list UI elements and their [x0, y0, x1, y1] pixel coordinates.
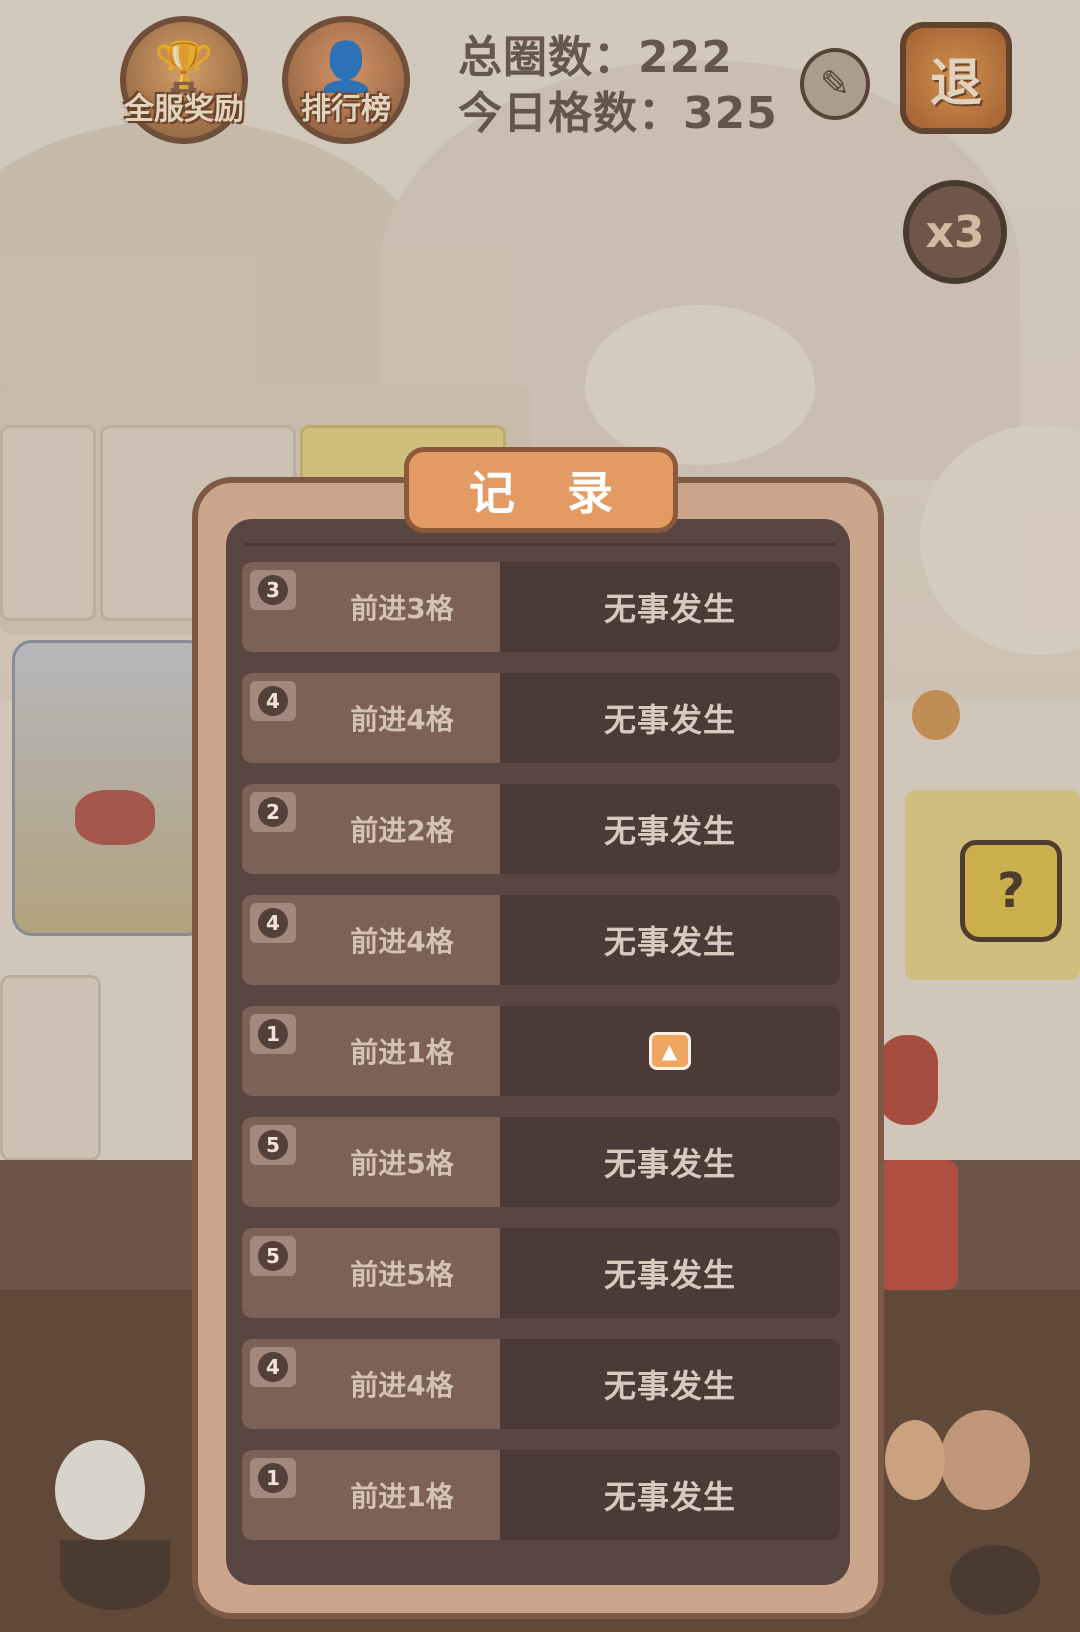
record-step-cell: 2 前进2格 — [242, 784, 500, 874]
step-label: 前进1格 — [350, 1036, 454, 1069]
dice-number: 1 — [258, 1463, 288, 1493]
dice-badge: 5 — [250, 1236, 296, 1276]
dice-badge: 4 — [250, 681, 296, 721]
dice-number: 5 — [258, 1130, 288, 1160]
step-label: 前进5格 — [350, 1258, 454, 1291]
dice-badge: 5 — [250, 1125, 296, 1165]
record-row: 2 前进2格 无事发生 — [242, 784, 840, 874]
dice-number: 4 — [258, 686, 288, 716]
event-label: 无事发生 — [603, 1367, 736, 1405]
dice-badge: 2 — [250, 792, 296, 832]
dialog-title: 记 录 — [404, 447, 678, 533]
dice-number: 1 — [258, 1019, 288, 1049]
event-label: 无事发生 — [603, 1478, 736, 1516]
record-step-cell: 4 前进4格 — [242, 895, 500, 985]
step-label: 前进5格 — [350, 1147, 454, 1180]
step-label: 前进4格 — [350, 925, 454, 958]
dice-number: 4 — [258, 908, 288, 938]
dice-badge: 1 — [250, 1458, 296, 1498]
divider — [244, 543, 836, 546]
dice-number: 3 — [258, 575, 288, 605]
record-row: 5 前进5格 无事发生 — [242, 1228, 840, 1318]
record-row: 4 前进4格 无事发生 — [242, 673, 840, 763]
dice-number: 5 — [258, 1241, 288, 1271]
record-step-cell: 4 前进4格 — [242, 673, 500, 763]
event-label: 无事发生 — [603, 701, 736, 739]
record-row: 3 前进3格 无事发生 — [242, 562, 840, 652]
record-row: 1 前进1格 无事发生 — [242, 1450, 840, 1540]
record-step-cell: 1 前进1格 — [242, 1450, 500, 1540]
dice-number: 4 — [258, 1352, 288, 1382]
event-label: 无事发生 — [603, 1145, 736, 1183]
record-row: 1 前进1格 ▲ — [242, 1006, 840, 1096]
record-row: 4 前进4格 无事发生 — [242, 895, 840, 985]
record-event-cell: ▲ — [500, 1006, 840, 1096]
record-step-cell: 1 前进1格 — [242, 1006, 500, 1096]
record-step-cell: 4 前进4格 — [242, 1339, 500, 1429]
step-label: 前进1格 — [350, 1480, 454, 1513]
bowl-upgrade-icon: ▲ — [649, 1032, 691, 1070]
record-row: 4 前进4格 无事发生 — [242, 1339, 840, 1429]
event-label: 无事发生 — [603, 1256, 736, 1294]
step-label: 前进4格 — [350, 703, 454, 736]
step-label: 前进4格 — [350, 1369, 454, 1402]
dice-badge: 4 — [250, 1347, 296, 1387]
dice-badge: 1 — [250, 1014, 296, 1054]
record-step-cell: 5 前进5格 — [242, 1117, 500, 1207]
event-label: 无事发生 — [603, 812, 736, 850]
step-label: 前进3格 — [350, 592, 454, 625]
dice-number: 2 — [258, 797, 288, 827]
dice-badge: 3 — [250, 570, 296, 610]
record-step-cell: 5 前进5格 — [242, 1228, 500, 1318]
event-label: 无事发生 — [603, 923, 736, 961]
step-label: 前进2格 — [350, 814, 454, 847]
event-label: 无事发生 — [603, 590, 736, 628]
record-row: 5 前进5格 无事发生 — [242, 1117, 840, 1207]
record-step-cell: 3 前进3格 — [242, 562, 500, 652]
dice-badge: 4 — [250, 903, 296, 943]
